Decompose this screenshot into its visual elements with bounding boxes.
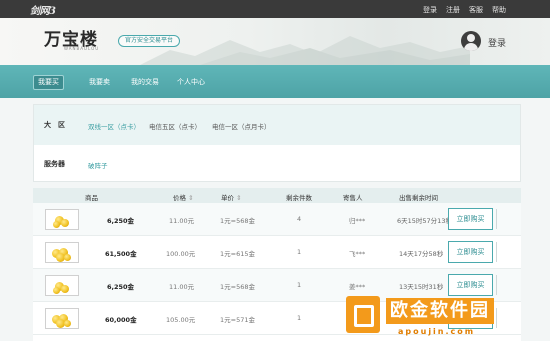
remaining-count: 4 [297,215,302,223]
unit-price: 1元=571金 [220,316,255,324]
sort-icon: ⇕ [188,194,194,202]
seller-name: 归*** [349,217,366,225]
time-left: 6天15时57分13秒 [397,217,452,225]
header-price[interactable]: 价格 ⇕ [173,192,194,202]
site-watermark: 欧金软件园 apoujin.com [342,294,550,341]
price: 100.00元 [166,250,196,258]
watermark-logo-icon [346,296,380,333]
buy-now-button[interactable]: 立即购买 [448,241,497,263]
gold-coin-icon [45,275,79,296]
gold-coin-icon [45,308,79,329]
server-filter-panel: 大 区 双线一区（点卡） 电信五区（点卡） 电信一区（点月卡） 服务器 破阵子 [33,104,521,182]
header-seller: 寄售人 [343,194,363,202]
remaining-count: 1 [297,314,302,322]
nav-item-profile[interactable]: 个人中心 [173,75,209,90]
region-label: 大 区 [44,121,65,129]
header-unit-price[interactable]: 单价 ⇕ [221,192,242,202]
unit-price: 1元=615金 [220,250,255,258]
top-links: 登录 注册 客服 帮助 [423,5,506,15]
header-remaining: 剩余件数 [286,194,312,202]
seller-name: 飞*** [349,250,366,258]
server-label: 服务器 [44,160,65,168]
gold-coin-icon [45,242,79,263]
site-banner: 万宝楼 WANBAOLOU 官方安全交易平台 登录 [0,18,550,65]
watermark-url: apoujin.com [398,327,476,336]
price: 11.00元 [169,283,195,291]
table-row: 61,500金 100.00元 1元=615金 1 飞*** 14天17分58秒… [33,236,521,269]
price: 11.00元 [169,217,195,225]
table-header: 商品 价格 ⇕ 单价 ⇕ 剩余件数 寄售人 出售剩余时间 [33,188,521,203]
sort-icon: ⇕ [236,194,242,202]
user-avatar-icon[interactable] [461,31,481,51]
top-link-login[interactable]: 登录 [423,5,437,15]
top-link-help[interactable]: 帮助 [492,5,506,15]
login-link[interactable]: 登录 [488,36,506,49]
brand-subtitle: WANBAOLOU [64,46,100,51]
server-option-1[interactable]: 破阵子 [88,160,108,170]
game-logo[interactable]: 剑网3 [30,2,56,17]
buy-now-button[interactable]: 立即购买 [448,208,497,230]
slogan-badge: 官方安全交易平台 [118,35,181,47]
time-left: 14天17分58秒 [399,250,444,258]
top-bar: 剑网3 登录 注册 客服 帮助 [0,0,550,18]
gold-coin-icon [45,209,79,230]
watermark-text: 欧金软件园 [386,298,494,324]
table-row: 6,250金 11.00元 1元=568金 4 归*** 6天15时57分13秒… [33,203,521,236]
gold-amount: 6,250金 [107,283,135,291]
price: 105.00元 [166,316,196,324]
unit-price: 1元=568金 [220,283,255,291]
top-link-service[interactable]: 客服 [469,5,483,15]
region-option-1[interactable]: 双线一区（点卡） [88,121,140,131]
header-price-label: 价格 [173,194,186,202]
nav-item-my-trades[interactable]: 我的交易 [127,75,163,90]
header-unit-price-label: 单价 [221,194,234,202]
nav-item-sell[interactable]: 我要卖 [85,75,114,90]
seller-name: 姜*** [349,283,366,291]
nav-item-buy[interactable]: 我要买 [33,75,64,90]
unit-price: 1元=568金 [220,217,255,225]
gold-amount: 61,500金 [105,250,137,258]
remaining-count: 1 [297,281,302,289]
region-option-3[interactable]: 电信一区（点月卡） [212,121,271,131]
time-left: 13天15时31秒 [399,283,444,291]
remaining-count: 1 [297,248,302,256]
buy-now-button[interactable]: 立即购买 [448,274,497,296]
gold-amount: 6,250金 [107,217,135,225]
region-option-2[interactable]: 电信五区（点卡） [149,121,201,131]
header-goods: 商品 [85,194,98,202]
main-nav: 我要买 我要卖 我的交易 个人中心 [0,65,550,98]
mountain-landscape-decoration [140,36,470,65]
gold-amount: 60,000金 [105,316,137,324]
top-link-register[interactable]: 注册 [446,5,460,15]
header-time-left: 出售剩余时间 [399,194,438,202]
